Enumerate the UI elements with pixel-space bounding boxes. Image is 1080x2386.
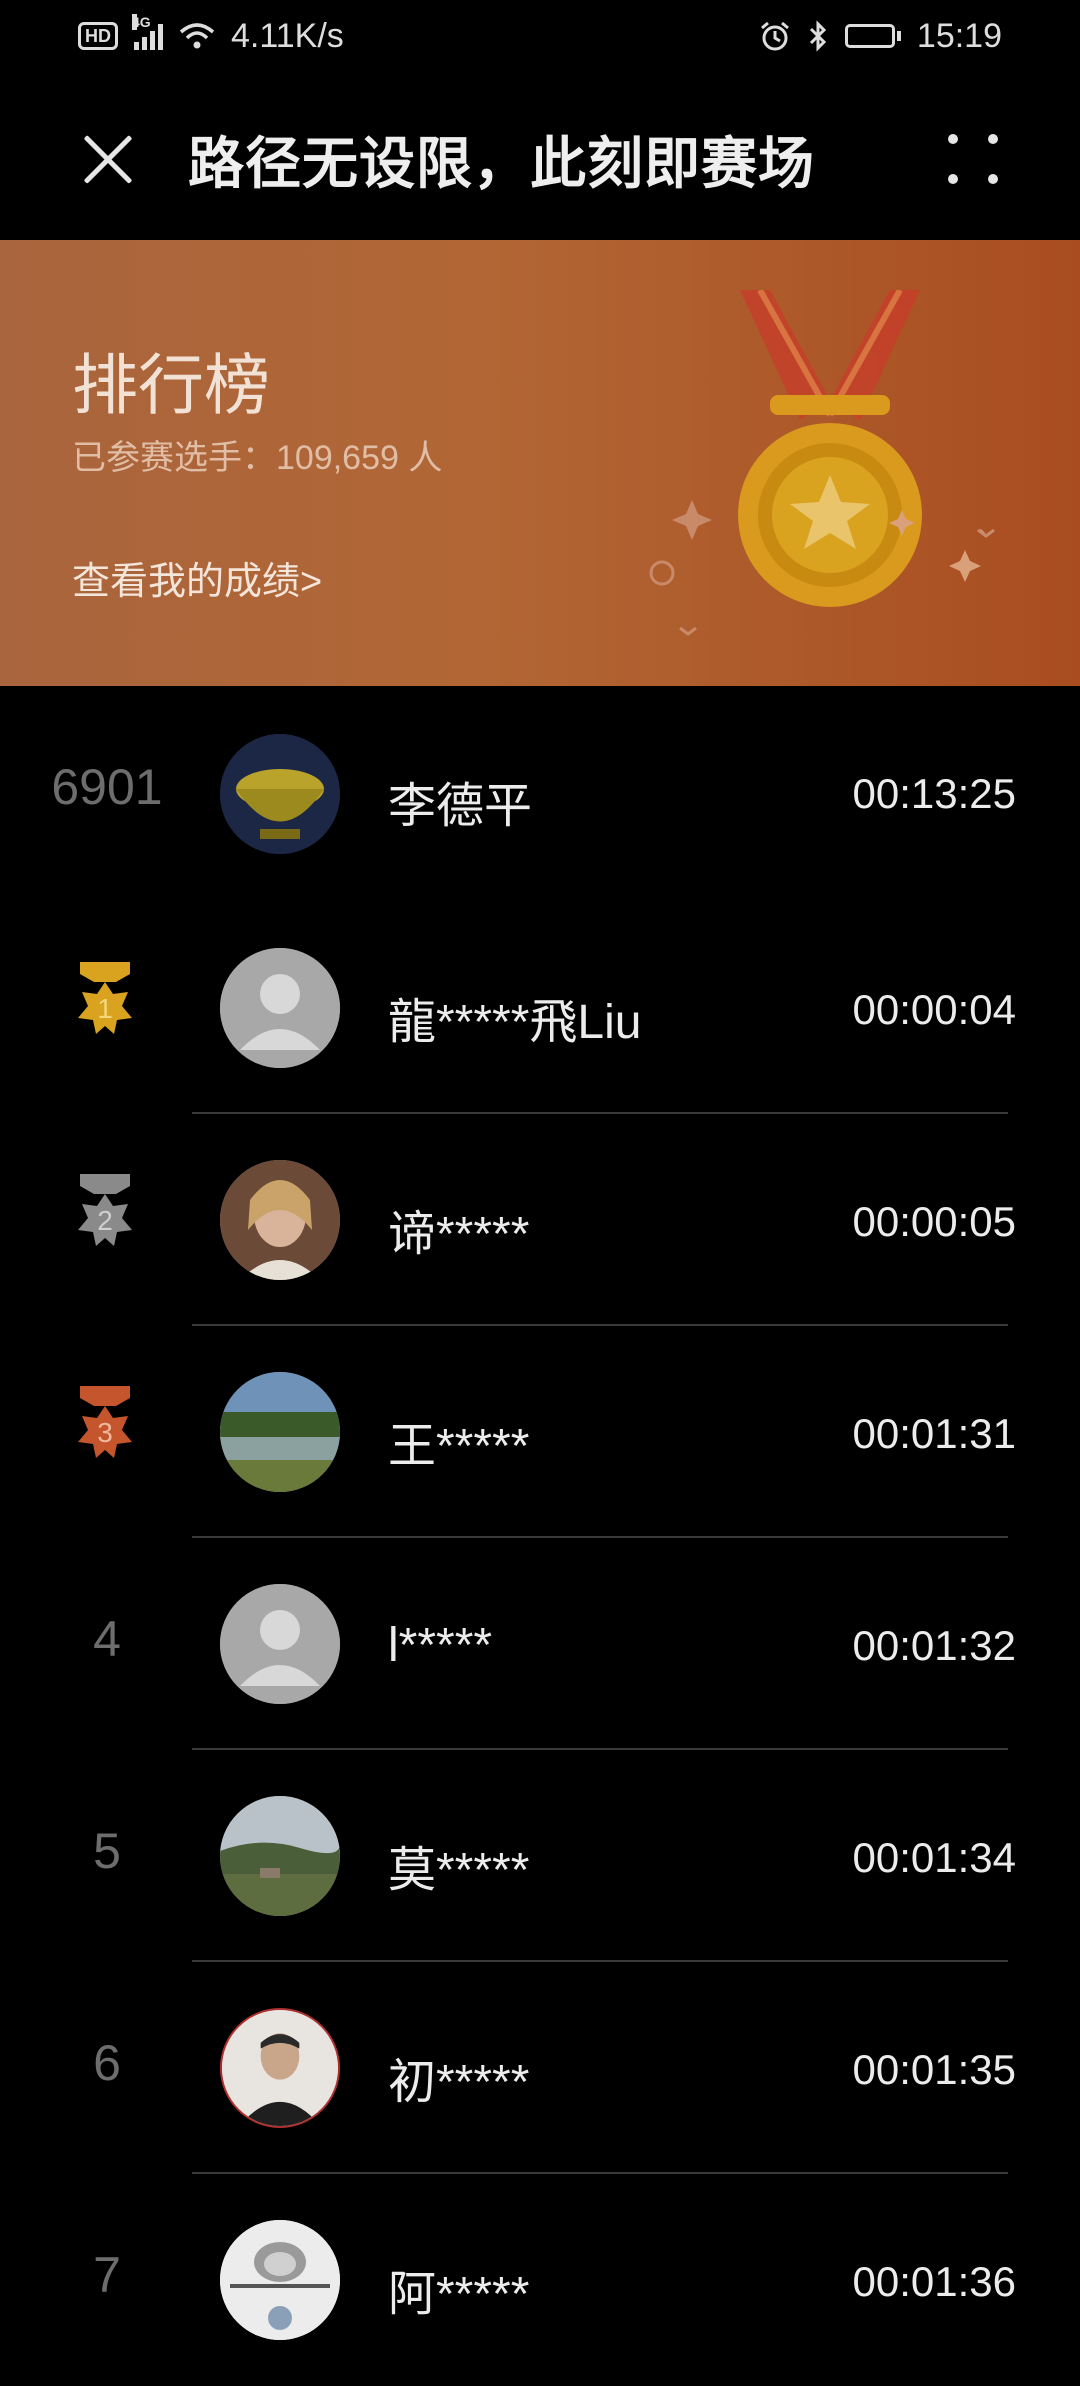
banner-title: 排行榜 <box>72 348 270 422</box>
close-icon[interactable] <box>80 131 136 187</box>
avatar[interactable] <box>220 2008 340 2128</box>
hd-icon: HD <box>78 22 118 50</box>
clock: 15:19 <box>916 16 1002 55</box>
table-row[interactable]: 1 龍*****飛Liu 00:00:04 <box>0 902 1080 1114</box>
gold-medal-icon: 1 <box>78 962 132 1034</box>
avatar[interactable] <box>220 734 340 854</box>
svg-text:1: 1 <box>97 993 113 1024</box>
avatar[interactable] <box>220 1160 340 1280</box>
wifi-icon <box>179 23 215 49</box>
my-name: 李德平 <box>388 780 533 833</box>
player-name: 谛***** <box>388 1208 530 1261</box>
my-rank-number: 6901 <box>51 759 163 815</box>
player-name: 王***** <box>388 1420 530 1473</box>
player-time: 00:01:35 <box>852 2046 1017 2093</box>
participants-count: 已参赛选手：109,659 人 <box>72 439 443 477</box>
rank-number: 4 <box>93 1611 121 1667</box>
svg-text:3: 3 <box>97 1417 113 1448</box>
bronze-medal-icon: 3 <box>78 1386 132 1458</box>
silver-medal-icon: 2 <box>78 1174 132 1246</box>
rank-number: 6 <box>93 2035 121 2091</box>
status-bar: HD 4G 4.11K/s 67 15:19 <box>0 0 1080 72</box>
player-time: 00:01:36 <box>852 2258 1017 2305</box>
avatar[interactable] <box>220 2220 340 2340</box>
cellular-signal-icon: 4G <box>132 14 163 50</box>
table-row[interactable]: 2 谛***** 00:00:05 <box>0 1114 1080 1326</box>
status-right: 67 15:19 <box>759 17 1002 56</box>
view-my-results-link[interactable]: 查看我的成绩> <box>72 550 322 605</box>
player-name: 阿***** <box>388 2268 530 2321</box>
table-row[interactable]: 3 王***** 00:01:31 <box>0 1326 1080 1538</box>
leaderboard-list: 6901 李德平 00:13:25 1 龍*****飛Liu 00:00:04 … <box>0 686 1080 2386</box>
network-speed: 4.11K/s <box>231 16 344 55</box>
bluetooth-icon <box>809 20 827 52</box>
player-name: 龍*****飛Liu <box>388 996 642 1049</box>
rank-number: 5 <box>93 1823 121 1879</box>
battery-icon: 67 <box>844 24 901 48</box>
player-name: 莫***** <box>388 1844 530 1897</box>
table-row[interactable]: 4 l***** 00:01:32 <box>0 1538 1080 1750</box>
leaderboard-banner: 排行榜 已参赛选手：109,659 人 查看我的成绩> <box>0 240 1080 686</box>
table-row[interactable]: 6 初***** 00:01:35 <box>0 1962 1080 2174</box>
svg-text:2: 2 <box>97 1205 113 1236</box>
default-avatar[interactable] <box>220 948 340 1068</box>
avatar[interactable] <box>220 1796 340 1916</box>
more-options-icon[interactable] <box>946 132 1000 186</box>
player-time: 00:01:32 <box>852 1622 1017 1669</box>
my-rank-row[interactable]: 6901 李德平 00:13:25 <box>0 686 1080 902</box>
page-title: 路径无设限，此刻即赛场 <box>188 131 815 195</box>
player-name: l***** <box>388 1619 493 1672</box>
my-time: 00:13:25 <box>852 770 1017 817</box>
rank-number: 7 <box>93 2247 121 2303</box>
player-time: 00:01:31 <box>852 1410 1017 1457</box>
top-app-bar: 路径无设限，此刻即赛场 <box>0 84 1080 234</box>
player-time: 00:00:05 <box>852 1198 1017 1245</box>
default-avatar[interactable] <box>220 1584 340 1704</box>
table-row[interactable]: 5 莫***** 00:01:34 <box>0 1750 1080 1962</box>
player-name: 初***** <box>388 2056 530 2109</box>
player-time: 00:00:04 <box>852 986 1017 1033</box>
avatar[interactable] <box>220 1372 340 1492</box>
table-row[interactable]: 7 阿***** 00:01:36 <box>0 2174 1080 2386</box>
status-left: HD 4G 4.11K/s <box>78 14 344 56</box>
alarm-icon <box>760 21 789 51</box>
player-time: 00:01:34 <box>852 1834 1017 1881</box>
sparkle-decoration-icon <box>649 500 995 636</box>
